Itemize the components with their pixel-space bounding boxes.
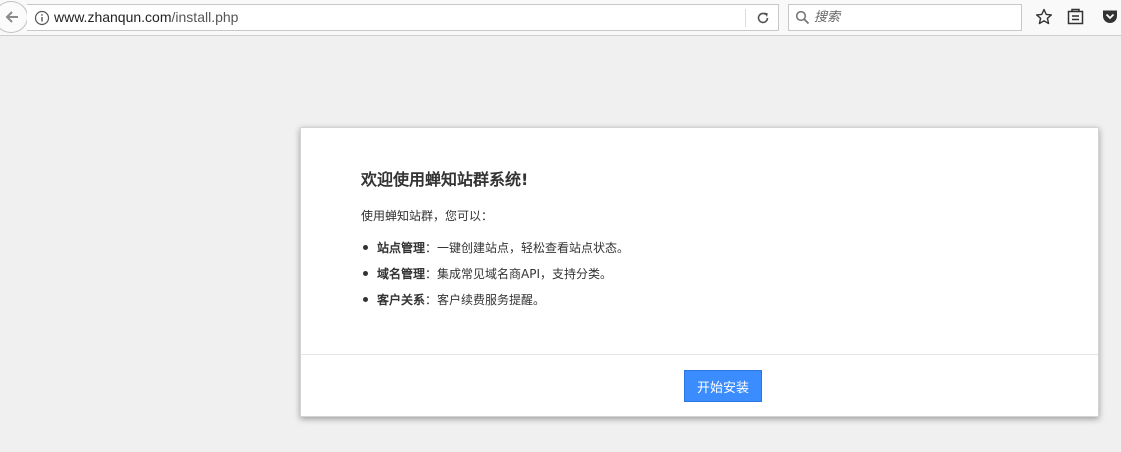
- feature-desc: ：客户续费服务提醒。: [425, 293, 546, 307]
- feature-name: 站点管理: [377, 241, 426, 255]
- reading-list-icon[interactable]: [1067, 8, 1084, 26]
- start-install-button[interactable]: 开始安装: [684, 370, 762, 402]
- browser-toolbar: www.zhanqun.com/install.php: [0, 0, 1121, 36]
- url-path: /install.php: [171, 9, 239, 25]
- footer-divider: [301, 354, 1098, 355]
- url-host: www.zhanqun.com: [54, 9, 172, 25]
- bullet-icon: [363, 271, 368, 276]
- feature-desc: ：集成常见域名商API，支持分类。: [425, 267, 613, 281]
- list-item: 客户关系：客户续费服务提醒。: [363, 291, 629, 317]
- reload-icon[interactable]: [755, 10, 771, 26]
- feature-list: 站点管理：一键创建站点，轻松查看站点状态。 域名管理：集成常见域名商API，支持…: [363, 239, 629, 317]
- feature-name: 域名管理: [377, 267, 426, 281]
- list-item: 站点管理：一键创建站点，轻松查看站点状态。: [363, 239, 629, 265]
- back-arrow-icon: [5, 11, 18, 23]
- address-bar-divider: [745, 9, 746, 27]
- search-icon: [795, 10, 810, 25]
- pocket-icon[interactable]: [1101, 8, 1119, 26]
- info-icon[interactable]: [34, 10, 50, 26]
- install-dialog: 欢迎使用蝉知站群系统! 使用蝉知站群，您可以： 站点管理：一键创建站点，轻松查看…: [300, 127, 1099, 417]
- bullet-icon: [363, 245, 368, 250]
- bullet-icon: [363, 297, 368, 302]
- back-button[interactable]: [0, 1, 28, 33]
- url-text[interactable]: www.zhanqun.com/install.php: [54, 9, 238, 25]
- dialog-title: 欢迎使用蝉知站群系统!: [361, 170, 529, 189]
- intro-text: 使用蝉知站群，您可以：: [361, 209, 494, 223]
- address-bar[interactable]: www.zhanqun.com/install.php: [27, 4, 779, 31]
- search-bar[interactable]: [788, 4, 1022, 31]
- feature-desc: ：一键创建站点，轻松查看站点状态。: [425, 241, 630, 255]
- star-icon[interactable]: [1035, 8, 1053, 26]
- feature-name: 客户关系: [377, 293, 426, 307]
- search-input[interactable]: [814, 8, 1014, 27]
- list-item: 域名管理：集成常见域名商API，支持分类。: [363, 265, 629, 291]
